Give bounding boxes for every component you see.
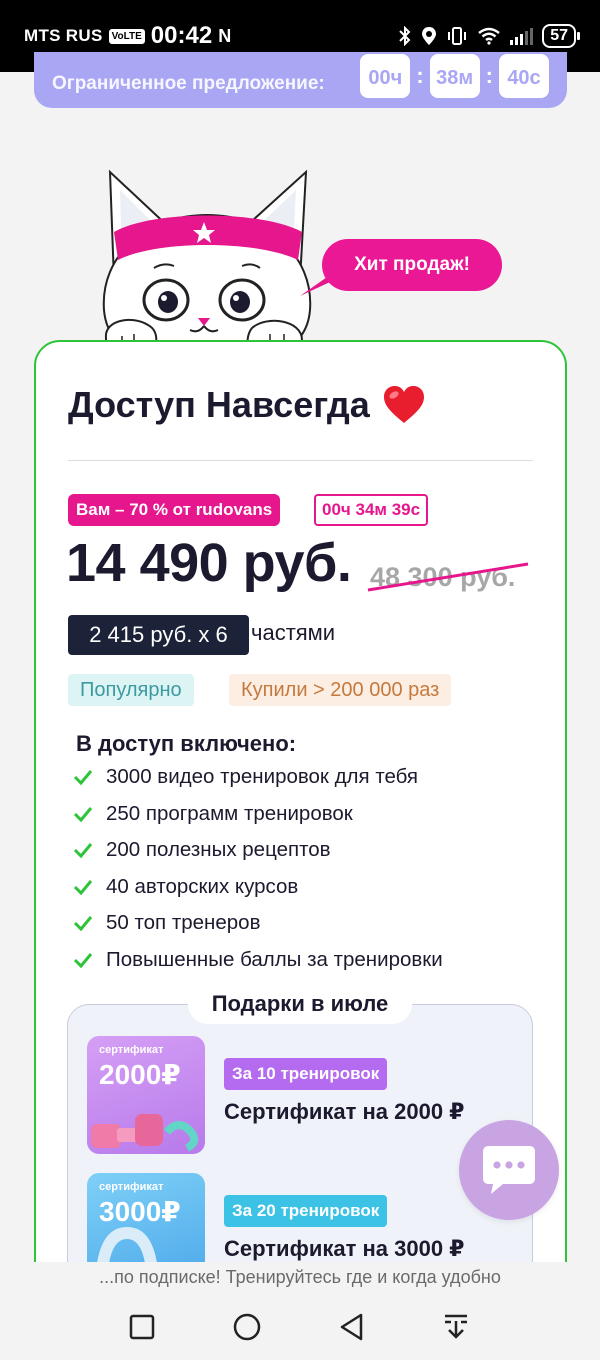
feature-text: 3000 видео тренировок для тебя xyxy=(106,765,419,789)
gift-name: Сертификат на 2000 ₽ xyxy=(224,1099,465,1124)
offer-timer: 00ч : 38м : 40с xyxy=(360,54,549,98)
feature-text: 250 программ тренировок xyxy=(106,801,353,825)
footer-text: ...по подписке! Тренируйтесь где и когда… xyxy=(99,1267,501,1287)
bluetooth-icon xyxy=(399,26,411,46)
back-triangle-icon xyxy=(340,1313,363,1341)
cat-mascot-illustration xyxy=(102,169,312,359)
location-icon xyxy=(422,27,437,45)
check-icon xyxy=(73,806,93,822)
circle-icon xyxy=(233,1313,261,1341)
popular-tag: Популярно xyxy=(68,674,194,706)
timer-seconds: 40с xyxy=(499,54,549,98)
feature-list: 3000 видео тренировок для тебя 250 прогр… xyxy=(72,759,443,978)
offer-label: Ограниченное предложение: xyxy=(52,73,325,94)
signal-icon xyxy=(510,27,534,45)
chat-icon xyxy=(483,1146,535,1194)
status-icons: 57 xyxy=(398,24,580,48)
volte-icon: VoLTE xyxy=(108,28,145,44)
gift-condition-badge: За 10 тренировок xyxy=(224,1058,388,1090)
feature-text: 50 топ тренеров xyxy=(106,911,261,935)
carrier-label: MTS RUS xyxy=(24,26,103,45)
chat-button[interactable] xyxy=(459,1120,559,1220)
back-button[interactable] xyxy=(337,1312,367,1342)
plan-title: Доступ Навсегда xyxy=(68,384,426,426)
gift-condition-badge: За 20 тренировок xyxy=(224,1195,388,1227)
feature-text: Повышенные баллы за тренировки xyxy=(106,947,443,971)
feature-text: 200 полезных рецептов xyxy=(106,838,331,862)
list-item: 40 авторских курсов xyxy=(72,869,443,906)
check-icon xyxy=(73,770,93,786)
gifts-title: Подарки в июле xyxy=(188,984,412,1024)
check-icon xyxy=(73,879,93,895)
included-title: В доступ включено: xyxy=(76,731,297,756)
timer-minutes: 38м xyxy=(429,54,480,98)
list-item: 200 полезных рецептов xyxy=(72,832,443,869)
current-price: 14 490 руб. xyxy=(66,533,352,593)
bestseller-bubble: Хит продаж! xyxy=(322,239,502,291)
check-icon xyxy=(73,952,93,968)
list-item: 250 программ тренировок xyxy=(72,796,443,833)
timer-hours: 00ч xyxy=(360,54,411,98)
plan-title-text: Доступ Навсегда xyxy=(68,384,370,425)
feature-text: 40 авторских курсов xyxy=(106,874,299,898)
list-item: 50 топ тренеров xyxy=(72,905,443,942)
battery-icon: 57 xyxy=(542,24,580,48)
check-icon xyxy=(73,916,93,932)
wifi-icon xyxy=(478,27,500,45)
installment-pill[interactable]: 2 415 руб. x 6 xyxy=(68,615,249,655)
list-item: 3000 видео тренировок для тебя xyxy=(72,759,443,796)
check-icon xyxy=(73,843,93,859)
dumbbell-illustration xyxy=(91,1114,199,1152)
bought-count-tag: Купили > 200 000 раз xyxy=(229,674,452,706)
gift-name: Сертификат на 3000 ₽ xyxy=(224,1236,465,1261)
square-icon xyxy=(129,1314,155,1340)
recent-apps-button[interactable] xyxy=(127,1312,157,1342)
home-button[interactable] xyxy=(232,1312,262,1342)
vibrate-icon xyxy=(448,27,467,45)
divider xyxy=(68,460,533,461)
discount-badge: Вам – 70 % от rudovans xyxy=(68,494,281,526)
download-arrow-icon xyxy=(445,1314,467,1339)
nfc-icon: N xyxy=(218,25,232,46)
limited-offer-banner: Ограниченное предложение: 00ч : 38м : 40… xyxy=(34,52,567,108)
discount-timer-badge: 00ч 34м 39с xyxy=(314,494,429,526)
list-item: Повышенные баллы за тренировки xyxy=(72,942,443,979)
clock: 00:42 xyxy=(150,22,213,49)
notification-pull-button[interactable] xyxy=(441,1312,471,1342)
certificate-image-2000: сертификат 2000₽ xyxy=(87,1036,205,1154)
heart-icon xyxy=(383,386,424,423)
strike-through-line xyxy=(367,562,529,592)
installment-label: частями xyxy=(251,620,336,645)
